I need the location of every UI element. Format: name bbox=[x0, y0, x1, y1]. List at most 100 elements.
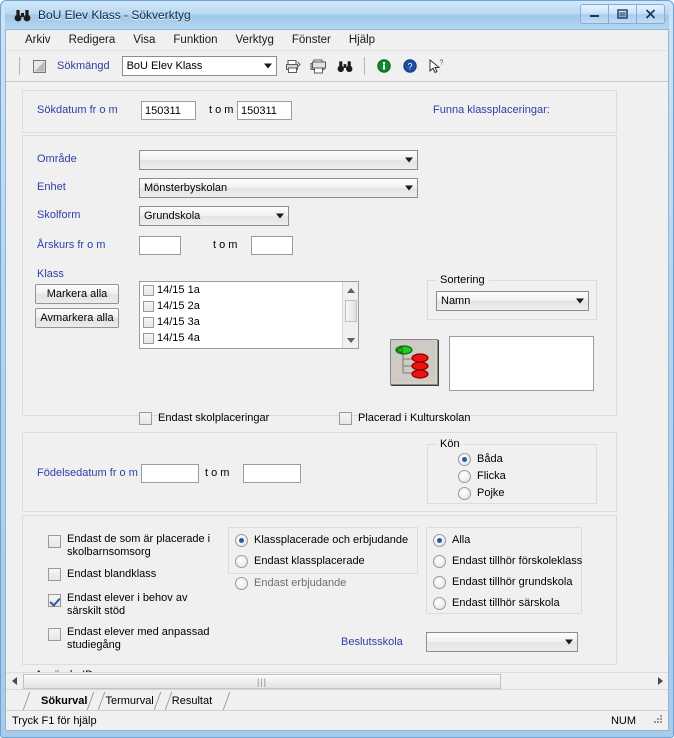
menu-redigera[interactable]: Redigera bbox=[60, 31, 125, 49]
endast-skolplaceringar-checkbox[interactable] bbox=[139, 412, 152, 425]
info-icon[interactable] bbox=[374, 56, 394, 76]
radio-flicka[interactable] bbox=[458, 470, 471, 483]
check-anpassad-studiegang-label: Endast elever med anpassad studiegång bbox=[67, 626, 210, 651]
check-skolbarnsomsorg-row[interactable]: Endast de som är placerade i skolbarnsom… bbox=[48, 533, 223, 558]
check-sarskilt-stod-checkbox[interactable] bbox=[48, 594, 61, 607]
toolbar-separator-2 bbox=[363, 57, 365, 75]
radio-endast-erbjudande[interactable] bbox=[235, 577, 248, 590]
avmarkera-alla-button[interactable]: Avmarkera alla bbox=[35, 308, 119, 328]
kon-option-flicka[interactable]: Flicka bbox=[458, 470, 506, 483]
sokmangd-combobox[interactable]: BoU Elev Klass bbox=[121, 56, 277, 76]
kon-option-pojke[interactable]: Pojke bbox=[458, 487, 505, 500]
radio-klassplacerade-och-erbjudande[interactable] bbox=[235, 534, 248, 547]
radio-pojke[interactable] bbox=[458, 487, 471, 500]
tab-resultat[interactable]: Resultat bbox=[163, 692, 221, 710]
markera-alla-button[interactable]: Markera alla bbox=[35, 284, 119, 304]
tree-hierarchy-icon-button[interactable] bbox=[390, 339, 438, 385]
menu-funktion[interactable]: Funktion bbox=[164, 31, 226, 49]
chevron-down-icon bbox=[576, 298, 584, 304]
sokdatum-from-value: 150311 bbox=[145, 104, 181, 117]
klass-item-label: 14/15 3a bbox=[157, 316, 200, 328]
kon-label: Kön bbox=[436, 438, 464, 450]
enhet-combobox[interactable]: Mönsterbyskolan bbox=[139, 178, 418, 198]
horizontal-scrollbar[interactable]: ||| bbox=[6, 672, 668, 689]
tab-termurval[interactable]: Termurval bbox=[96, 692, 162, 710]
print-icon[interactable] bbox=[283, 56, 303, 76]
check-blandklass-checkbox[interactable] bbox=[48, 568, 61, 581]
klass-checkbox[interactable] bbox=[143, 332, 154, 344]
radio-sarskola[interactable] bbox=[433, 597, 446, 610]
check-anpassad-studiegang-row[interactable]: Endast elever med anpassad studiegång bbox=[48, 626, 228, 651]
check-sarskilt-stod-row[interactable]: Endast elever i behov av särskilt stöd bbox=[48, 592, 223, 617]
list-item[interactable]: 14/15 4a bbox=[140, 330, 358, 346]
klass-checkbox[interactable] bbox=[143, 300, 154, 312]
radio-grundskola-row[interactable]: Endast tillhör grundskola bbox=[433, 576, 572, 589]
scroll-right-button[interactable] bbox=[652, 674, 668, 689]
check-blandklass-row[interactable]: Endast blandklass bbox=[48, 568, 223, 581]
sokdatum-from-input[interactable]: 150311 bbox=[141, 101, 196, 120]
endast-skolplaceringar-row[interactable]: Endast skolplaceringar bbox=[139, 412, 269, 425]
scroll-down-button[interactable] bbox=[343, 332, 358, 348]
title-bar[interactable]: BoU Elev Klass - Sökverktyg bbox=[5, 1, 669, 29]
list-item[interactable]: 14/15 1a bbox=[140, 282, 358, 298]
placerad-kulturskolan-checkbox[interactable] bbox=[339, 412, 352, 425]
radio-endast-klassplacerade[interactable] bbox=[235, 555, 248, 568]
radio-alla-row[interactable]: Alla bbox=[433, 534, 470, 547]
fodelsedatum-to-label: t o m bbox=[205, 467, 230, 479]
menu-arkiv[interactable]: Arkiv bbox=[16, 31, 60, 49]
scroll-up-button[interactable] bbox=[343, 282, 358, 298]
placerad-kulturskolan-row[interactable]: Placerad i Kulturskolan bbox=[339, 412, 471, 425]
radio-alla[interactable] bbox=[433, 534, 446, 547]
menu-verktyg[interactable]: Verktyg bbox=[227, 31, 283, 49]
sokdatum-to-label: t o m bbox=[209, 104, 234, 116]
horizontal-scrollbar-thumb[interactable]: ||| bbox=[23, 674, 501, 689]
printer-multi-icon[interactable] bbox=[309, 56, 329, 76]
radio-klassplacerade-och-erbjudande-row[interactable]: Klassplacerade och erbjudande bbox=[235, 534, 408, 547]
sortering-combobox[interactable]: Namn bbox=[436, 291, 589, 311]
klass-label: Klass bbox=[37, 268, 64, 280]
report-icon[interactable] bbox=[29, 56, 49, 76]
radio-forskoleklass[interactable] bbox=[433, 555, 446, 568]
placement-group: Endast de som är placerade i skolbarnsom… bbox=[22, 515, 617, 665]
menu-fonster[interactable]: Fönster bbox=[283, 31, 340, 49]
klass-listbox-scrollbar[interactable] bbox=[342, 282, 358, 348]
menu-visa[interactable]: Visa bbox=[124, 31, 164, 49]
help-icon[interactable]: ? bbox=[400, 56, 420, 76]
resize-grip-icon[interactable] bbox=[652, 713, 664, 728]
list-item[interactable]: 14/15 3a bbox=[140, 314, 358, 330]
list-item[interactable]: 14/15 2a bbox=[140, 298, 358, 314]
check-skolbarnsomsorg-checkbox[interactable] bbox=[48, 535, 61, 548]
toolbar: Sökmängd BoU Elev Klass ? ? bbox=[6, 51, 668, 82]
binoculars-search-icon[interactable] bbox=[335, 56, 355, 76]
klass-checkbox[interactable] bbox=[143, 316, 154, 328]
radio-endast-klassplacerade-row[interactable]: Endast klassplacerade bbox=[235, 555, 365, 568]
kon-option-bada[interactable]: Båda bbox=[458, 453, 503, 466]
radio-endast-erbjudande-row[interactable]: Endast erbjudande bbox=[235, 577, 346, 590]
maximize-button[interactable] bbox=[608, 4, 637, 24]
menu-hjalp[interactable]: Hjälp bbox=[340, 31, 384, 49]
klass-listbox[interactable]: 14/15 1a 14/15 2a 14/15 3a 14/15 4a bbox=[139, 281, 359, 349]
radio-sarskola-row[interactable]: Endast tillhör särskola bbox=[433, 597, 560, 610]
fodelsedatum-to-input[interactable] bbox=[243, 464, 301, 483]
klass-checkbox[interactable] bbox=[143, 284, 154, 296]
close-button[interactable] bbox=[636, 4, 665, 24]
selected-classes-box[interactable] bbox=[449, 336, 594, 391]
fodelsedatum-from-input[interactable] bbox=[141, 464, 199, 483]
help-pointer-icon[interactable]: ? bbox=[426, 56, 446, 76]
sokdatum-from-label: Sökdatum fr o m bbox=[37, 104, 118, 116]
scroll-left-button[interactable] bbox=[6, 674, 22, 689]
minimize-button[interactable] bbox=[580, 4, 609, 24]
arskurs-from-input[interactable] bbox=[139, 236, 181, 255]
kon-option-label: Flicka bbox=[477, 470, 506, 483]
radio-bada[interactable] bbox=[458, 453, 471, 466]
skolform-combobox[interactable]: Grundskola bbox=[139, 206, 289, 226]
radio-forskoleklass-row[interactable]: Endast tillhör förskoleklass bbox=[433, 555, 582, 568]
beslutsskola-combobox[interactable] bbox=[426, 632, 578, 652]
check-anpassad-studiegang-checkbox[interactable] bbox=[48, 628, 61, 641]
radio-grundskola[interactable] bbox=[433, 576, 446, 589]
triangle-left-icon bbox=[11, 677, 17, 685]
omrade-combobox[interactable] bbox=[139, 150, 418, 170]
sokdatum-to-input[interactable]: 150311 bbox=[237, 101, 292, 120]
arskurs-to-input[interactable] bbox=[251, 236, 293, 255]
scrollbar-thumb[interactable] bbox=[345, 300, 357, 322]
